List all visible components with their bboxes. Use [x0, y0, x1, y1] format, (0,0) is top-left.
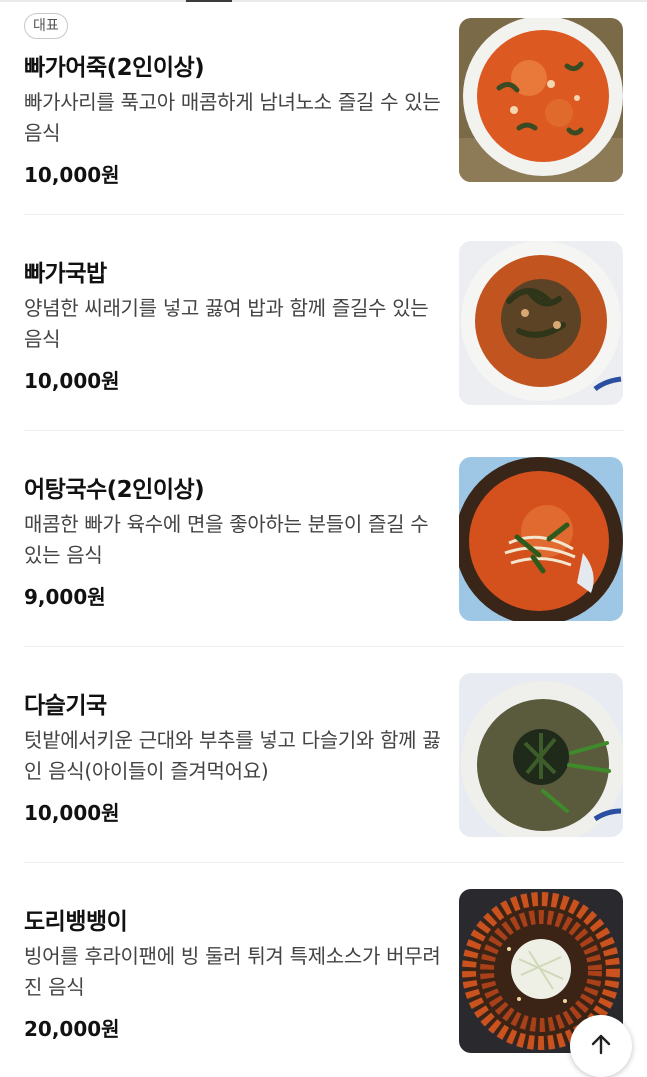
arrow-up-icon	[591, 1034, 611, 1055]
scroll-to-top-button[interactable]	[570, 1015, 632, 1077]
fish-soup-rice-photo	[459, 241, 623, 405]
menu-item-photo[interactable]	[459, 18, 623, 182]
menu-item-name: 다슬기국	[24, 693, 107, 719]
menu-item[interactable]: 도리뱅뱅이 빙어를 후라이팬에 빙 둘러 튀겨 특제소스가 버무려진 음식 20…	[0, 863, 647, 1053]
menu-item-name: 빠가어죽(2인이상)	[24, 55, 205, 81]
fish-noodle-soup-photo	[459, 457, 623, 621]
spicy-fish-porridge-photo	[459, 18, 623, 182]
menu-item-description: 매콤한 빠가 육수에 면을 좋아하는 분들이 즐길 수 있는 음식	[24, 512, 429, 567]
marsh-snail-soup-photo	[459, 673, 623, 837]
menu-item-price: 9,000원	[24, 585, 106, 609]
menu-item-description: 텃밭에서키운 근대와 부추를 넣고 다슬기와 함께 끓인 음식(아이들이 즐겨먹…	[24, 728, 441, 783]
menu-item-description: 빙어를 후라이팬에 빙 둘러 튀겨 특제소스가 버무려진 음식	[24, 944, 441, 999]
menu-item-photo[interactable]	[459, 457, 623, 621]
menu-item-price: 10,000원	[24, 801, 120, 825]
menu-item-description: 양념한 씨래기를 넣고 끓여 밥과 함께 즐길수 있는 음식	[24, 296, 429, 351]
menu-item-price: 10,000원	[24, 163, 120, 187]
menu-item-photo[interactable]	[459, 241, 623, 405]
menu-item[interactable]: 대표 빠가어죽(2인이상) 빠가사리를 푹고아 매콤하게 남녀노소 즐길 수 있…	[0, 0, 647, 215]
menu-item[interactable]: 빠가국밥 양념한 씨래기를 넣고 끓여 밥과 함께 즐길수 있는 음식 10,0…	[0, 215, 647, 431]
menu-item-photo[interactable]	[459, 673, 623, 837]
menu-item-name: 어탕국수(2인이상)	[24, 477, 205, 503]
menu-item[interactable]: 어탕국수(2인이상) 매콤한 빠가 육수에 면을 좋아하는 분들이 즐길 수 있…	[0, 431, 647, 647]
signature-badge: 대표	[24, 13, 68, 39]
menu-item-name: 도리뱅뱅이	[24, 909, 128, 935]
menu-item-price: 10,000원	[24, 369, 120, 393]
menu-item-price: 20,000원	[24, 1017, 120, 1041]
menu-item-description: 빠가사리를 푹고아 매콤하게 남녀노소 즐길 수 있는 음식	[24, 90, 441, 145]
menu-item-name: 빠가국밥	[24, 261, 107, 287]
menu-item[interactable]: 다슬기국 텃밭에서키운 근대와 부추를 넣고 다슬기와 함께 끓인 음식(아이들…	[0, 647, 647, 863]
